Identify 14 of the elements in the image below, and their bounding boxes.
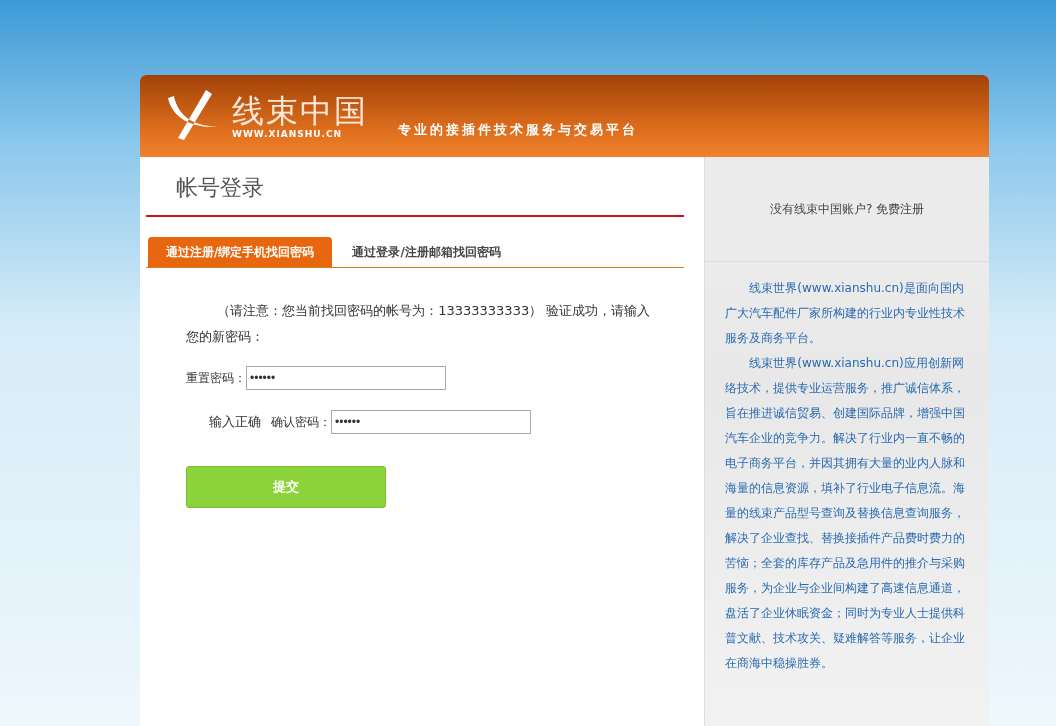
field-label: 重置密码： <box>186 369 246 387</box>
logo-text: 线束中国 <box>232 93 368 129</box>
tagline: 专业的接插件技术服务与交易平台 <box>398 121 638 139</box>
tab[interactable]: 通过登录/注册邮箱找回密码 <box>334 237 519 267</box>
password-field[interactable]: •••••• <box>246 366 446 390</box>
about-paragraph: 线束世界(www.xianshu.cn)应用创新网络技术，提供专业运营服务，推广诚信体系，旨在推进诚信贸易、创建国际品牌，增强中国汽车企业的竞争力。解决了行业内一直不畅的电子商务平台，并因其拥有大量的业内人脉和海量的信息资源，填补了行业电子信息流。海量的线束产品型号查询及替换信息查询服务，解决了企业查找、替换接插件产品费时费力的苦恼；全套的库存产品及急用件的推介与采购服务，为企业与企业间构建了高速信息通道，盘活了企业休眠资金；同时为专业人士提供科普文献、技术攻关、疑难解答等服务，让企业在商海中稳操胜券。 <box>725 355 967 672</box>
about-paragraph: 线束世界(www.xianshu.cn)是面向国内广大汽车配件厂家所构建的行业内专业性技术服务及商务平台。 <box>725 280 967 347</box>
password-field[interactable]: •••••• <box>331 410 531 434</box>
validation-message: 输入正确 <box>209 413 261 431</box>
field-label: 确认密码： <box>271 413 331 431</box>
register-link[interactable]: 没有线束中国账户? 免费注册 <box>770 200 925 218</box>
page-title: 帐号登录 <box>146 173 685 217</box>
notice-text: （请注意：您当前找回密码的帐号为：13333333333） 验证成功，请输入您的新密码： <box>186 302 652 346</box>
logo-url: WWW.XIANSHU.CN <box>232 129 343 139</box>
